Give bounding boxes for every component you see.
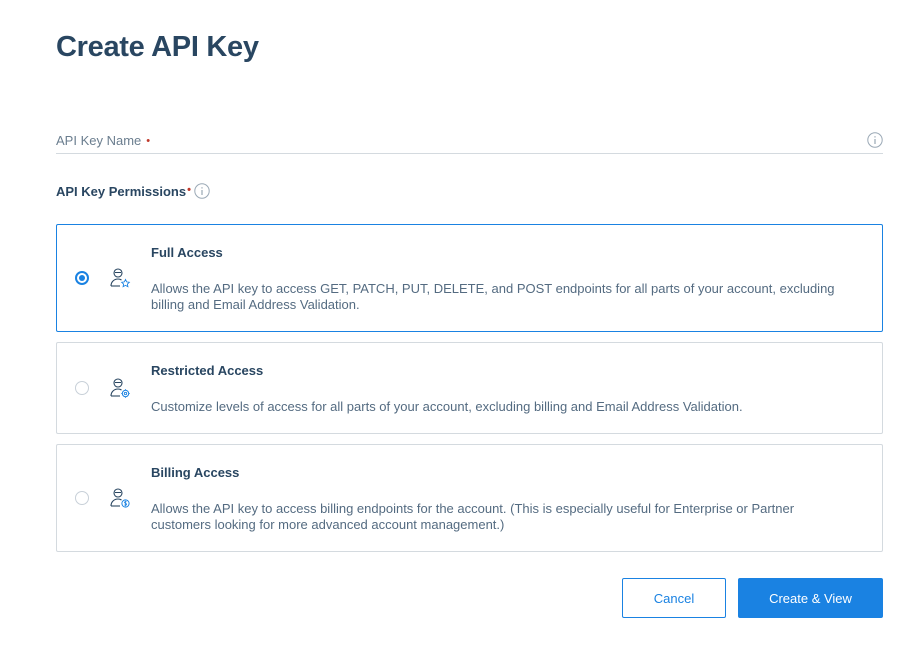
option-description: Allows the API key to access GET, PATCH,… — [151, 281, 835, 312]
api-key-name-input[interactable] — [56, 126, 860, 154]
option-description: Allows the API key to access billing end… — [151, 501, 795, 532]
permission-option-restricted-access[interactable]: Restricted Access Customize levels of ac… — [56, 342, 883, 434]
permission-option-full-access[interactable]: Full Access Allows the API key to access… — [56, 224, 883, 332]
info-icon[interactable] — [867, 132, 883, 148]
radio-full-access[interactable] — [75, 271, 89, 285]
cancel-button[interactable]: Cancel — [622, 578, 726, 618]
create-and-view-button[interactable]: Create & View — [738, 578, 883, 618]
option-description: Customize levels of access for all parts… — [151, 399, 743, 414]
option-title: Billing Access — [151, 465, 240, 480]
user-star-icon — [110, 268, 131, 288]
radio-billing-access[interactable] — [75, 491, 89, 505]
radio-restricted-access[interactable] — [75, 381, 89, 395]
api-key-name-field[interactable]: API Key Name • — [56, 126, 883, 154]
user-dollar-icon — [110, 488, 130, 508]
required-marker: • — [187, 184, 191, 196]
option-title: Restricted Access — [151, 363, 264, 378]
option-title: Full Access — [151, 245, 223, 260]
info-icon[interactable] — [194, 183, 210, 199]
permission-option-billing-access[interactable]: Billing Access Allows the API key to acc… — [56, 444, 883, 552]
api-key-permissions-label-text: API Key Permissions — [56, 184, 187, 199]
user-gear-icon — [110, 378, 130, 398]
api-key-permissions-label: API Key Permissions• — [56, 183, 210, 199]
page-title: Create API Key — [56, 31, 259, 63]
